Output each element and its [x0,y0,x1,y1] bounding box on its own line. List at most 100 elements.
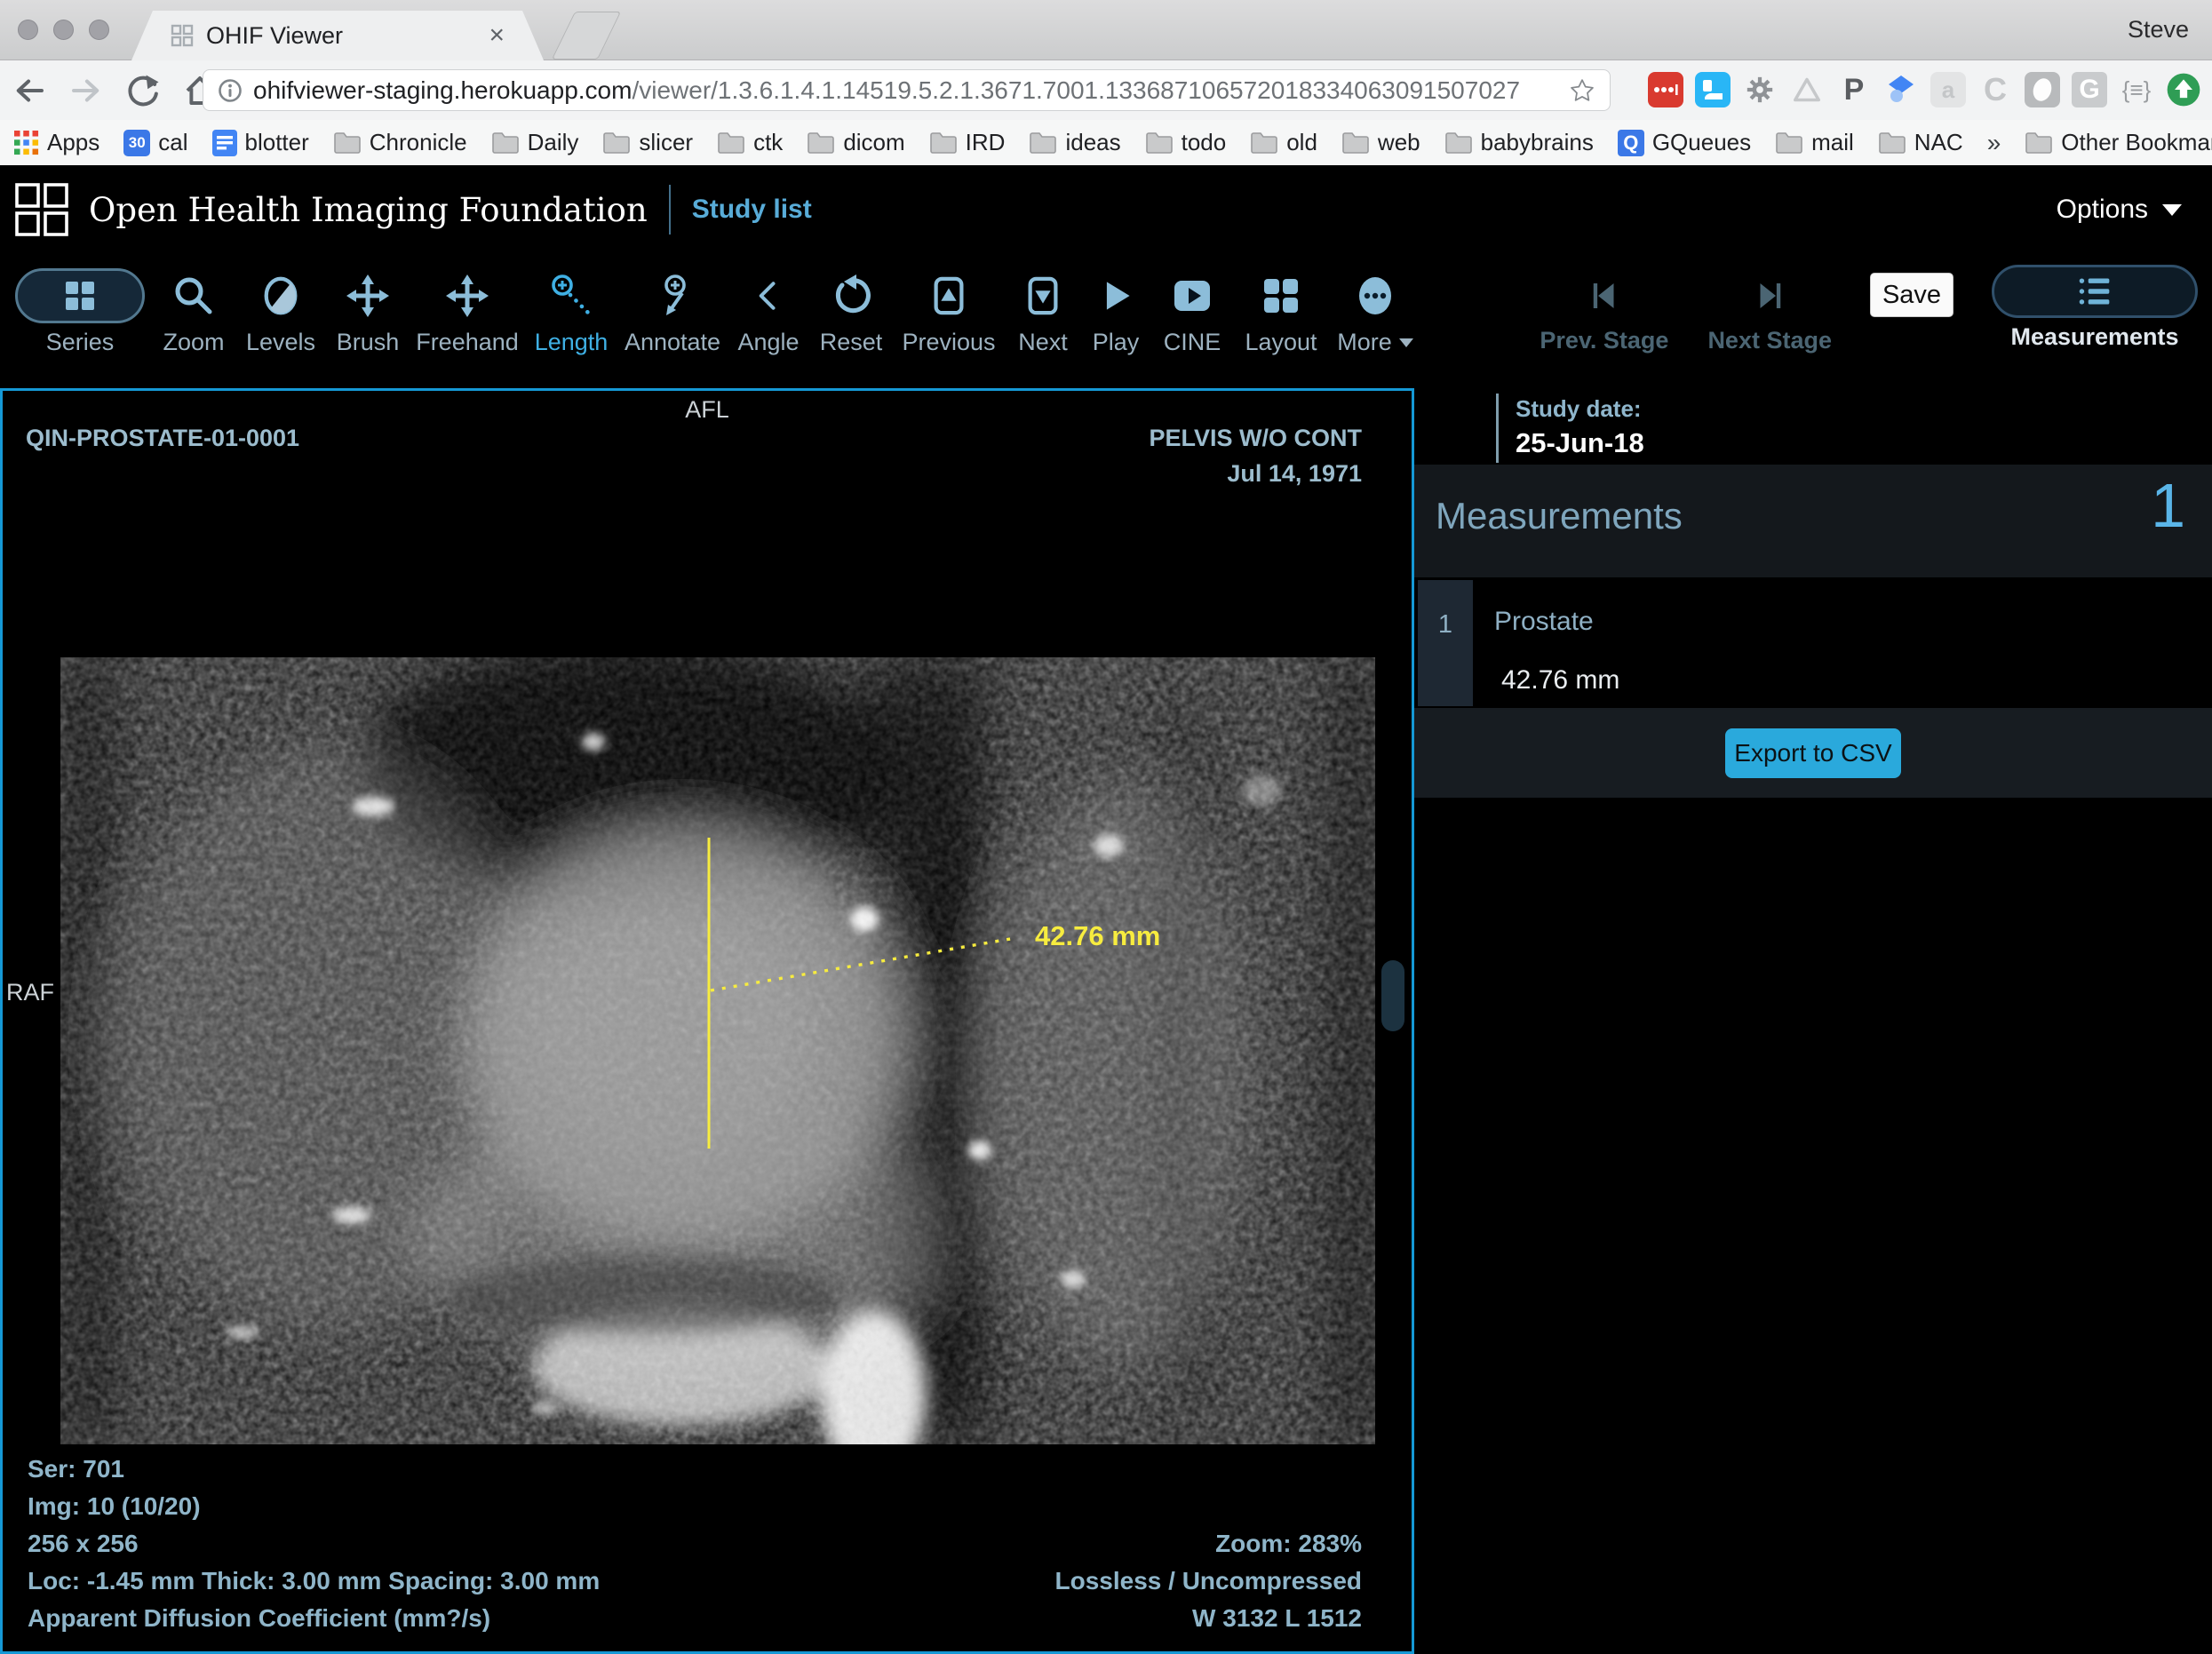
measurement-row-value: 42.76 mm [1501,665,1619,696]
folder-icon [1341,131,1370,155]
tool-annotate[interactable]: Annotate [618,265,727,356]
tool-reset[interactable]: Reset [810,265,892,356]
c-extension-icon[interactable]: C [1977,72,2013,107]
tool-brush[interactable]: Brush [325,265,410,356]
back-button[interactable] [11,72,48,109]
browser-toolbar: ohifviewer-staging.herokuapp.com/viewer/… [0,60,2212,120]
bookmark-dicom[interactable]: dicom [807,129,904,156]
bookmark-gqueues[interactable]: Q GQueues [1618,129,1751,156]
bookmark-chronicle[interactable]: Chronicle [333,129,467,156]
document-icon [212,130,237,156]
tool-previous[interactable]: Previous [892,265,1006,356]
bookmark-todo[interactable]: todo [1145,129,1227,156]
tool-more[interactable]: More [1329,265,1421,356]
extensions-row: P a C G {≡} [1648,72,2201,107]
tool-toolbar: Series Zoom Levels Brush [0,254,2212,388]
tool-length[interactable]: Length [524,265,618,356]
tab-close-icon[interactable]: × [489,22,505,49]
play-icon [1096,274,1135,317]
panel-extension-icon[interactable] [1695,72,1731,107]
folder-icon [1029,131,1057,155]
image-info-overlay: Zoom: 283% Lossless / Uncompressed W 313… [1055,1525,1362,1637]
export-csv-button[interactable]: Export to CSV [1725,728,1901,778]
tool-freehand[interactable]: Freehand [410,265,524,356]
bookmark-daily[interactable]: Daily [491,129,579,156]
reset-rotate-icon [830,274,872,317]
bookmark-web[interactable]: web [1341,129,1420,156]
folder-icon [929,131,958,155]
forward-button[interactable] [68,72,105,109]
tool-cine[interactable]: CINE [1151,265,1233,356]
apps-grid-icon [14,131,39,155]
nav-study-list[interactable]: Study list [692,195,812,225]
bookmark-other-bookmarks[interactable]: Other Bookmarks [2025,129,2212,156]
diamond-extension-icon[interactable] [1883,72,1919,107]
tool-zoom[interactable]: Zoom [151,265,236,356]
bookmark-ideas[interactable]: ideas [1029,129,1120,156]
traffic-lights[interactable] [18,20,109,40]
folder-icon [807,131,835,155]
upload-extension-icon[interactable] [2166,72,2201,107]
measurement-row[interactable]: 1 Prostate 42.76 mm [1414,580,2212,706]
bookmark-ctk[interactable]: ctk [717,129,783,156]
bookmark-nac[interactable]: NAC [1878,129,1963,156]
bookmark-mail[interactable]: mail [1775,129,1854,156]
bookmark-ird[interactable]: IRD [929,129,1006,156]
save-button[interactable]: Save [1871,274,1953,316]
screen: OHIF Viewer × Steve [0,0,2212,1654]
url-path: /viewer/1.3.6.1.4.1.14519.5.2.1.3671.700… [632,76,1520,105]
measurement-row-name[interactable]: Prostate [1494,607,1594,637]
egg-extension-icon[interactable] [2025,72,2060,107]
measurements-count: 1 [2151,470,2185,541]
bookmark-cal[interactable]: 30 cal [123,129,187,156]
tool-series[interactable]: Series [9,265,151,356]
braces-extension-icon[interactable]: {≡} [2119,72,2154,107]
url-domain: ohifviewer-staging.herokuapp.com [253,76,632,105]
measurement-value-label[interactable]: 42.76 mm [1035,920,1160,951]
tool-play[interactable]: Play [1080,265,1151,356]
bubble-extension-icon[interactable]: a [1930,72,1966,107]
drive-extension-icon[interactable] [1789,72,1825,107]
bookmarks-overflow-chevron[interactable]: » [1987,129,2001,157]
bookmark-blotter[interactable]: blotter [212,129,309,156]
stack-scrollbar-thumb[interactable] [1381,960,1404,1031]
gear-extension-icon[interactable] [1742,72,1778,107]
browser-tab[interactable]: OHIF Viewer × [131,11,544,60]
orientation-marker-left: RAF [6,979,54,1006]
app-title: Open Health Imaging Foundation [89,191,648,229]
tool-levels[interactable]: Levels [236,265,325,356]
bookmark-slicer[interactable]: slicer [602,129,693,156]
zoom-window-icon[interactable] [89,20,109,40]
folder-icon [1878,131,1906,155]
bookmark-apps[interactable]: Apps [14,129,99,156]
study-date-value: 25-Jun-18 [1516,427,1644,459]
image-viewport[interactable]: 42.76 mm AFL QIN-PROSTATE-01-0001 PELVIS… [0,388,1414,1654]
lastpass-extension-icon[interactable] [1648,72,1683,107]
tool-next[interactable]: Next [1006,265,1080,356]
orientation-marker-top: AFL [685,396,729,424]
page-info-icon[interactable] [218,78,243,103]
measurements-toggle[interactable]: Measurements [1992,265,2198,351]
bookmark-old[interactable]: old [1250,129,1317,156]
minimize-window-icon[interactable] [53,20,74,40]
bookmark-babybrains[interactable]: babybrains [1444,129,1594,156]
g-extension-icon[interactable]: G [2072,72,2107,107]
tool-layout[interactable]: Layout [1233,265,1329,356]
bookmark-star-icon[interactable] [1569,77,1595,104]
next-stage-button[interactable]: Next Stage [1707,265,1832,354]
tab-title: OHIF Viewer [206,22,343,50]
new-tab-button[interactable] [552,12,621,60]
bookmarks-bar: Apps 30 cal blotter Chronicle Daily slic… [0,120,2212,165]
ohif-favicon [171,24,194,47]
options-menu[interactable]: Options [2057,195,2182,225]
series-pill [15,268,145,323]
prev-stage-button[interactable]: Prev. Stage [1540,265,1668,354]
url-bar[interactable]: ohifviewer-staging.herokuapp.com/viewer/… [203,69,1611,111]
reload-button[interactable] [124,72,162,109]
annotate-icon [650,274,695,318]
tool-angle[interactable]: Angle [727,265,810,356]
p-extension-icon[interactable]: P [1836,72,1872,107]
folder-icon [1145,131,1174,155]
chevron-down-icon [2162,204,2182,216]
close-window-icon[interactable] [18,20,38,40]
